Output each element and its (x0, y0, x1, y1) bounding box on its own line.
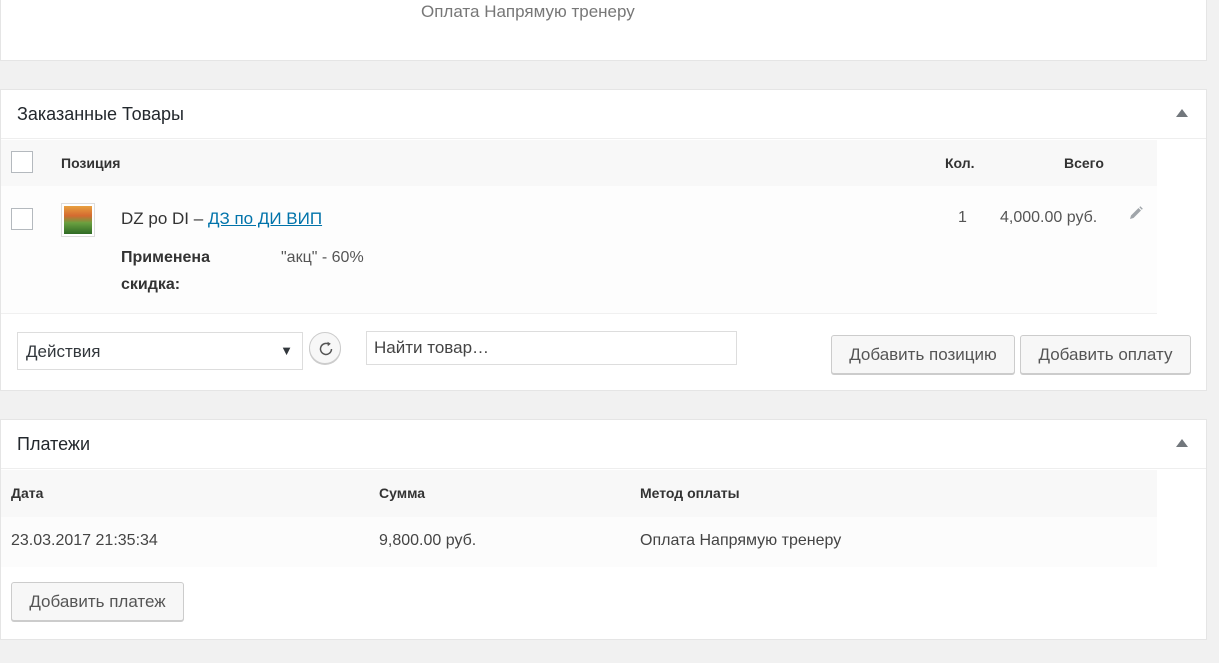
payment-date: 23.03.2017 21:35:34 (11, 532, 158, 549)
order-items-table-header: Позиция Кол. Всего (1, 140, 1157, 186)
item-product-link[interactable]: ДЗ по ДИ ВИП (208, 209, 322, 228)
item-checkbox[interactable] (11, 208, 33, 230)
refresh-button[interactable] (309, 332, 341, 364)
chevron-down-icon: ▼ (280, 343, 293, 358)
column-header-total: Всего (1064, 155, 1104, 171)
table-row: 23.03.2017 21:35:34 9,800.00 руб. Оплата… (1, 517, 1157, 567)
add-position-button[interactable]: Добавить позицию (831, 335, 1015, 374)
item-name: DZ po DI – ДЗ по ДИ ВИП (121, 209, 322, 229)
actions-dropdown-value: Действия (26, 342, 101, 361)
product-thumbnail (61, 203, 95, 237)
column-header-date: Дата (11, 485, 44, 501)
collapse-toggle-icon[interactable] (1176, 109, 1188, 117)
add-payment-button[interactable]: Добавить платеж (11, 582, 184, 621)
select-all-checkbox[interactable] (11, 151, 33, 173)
payment-amount: 9,800.00 руб. (379, 532, 477, 549)
order-items-header[interactable]: Заказанные Товары (1, 90, 1206, 139)
pencil-icon[interactable] (1129, 206, 1143, 220)
table-row: DZ po DI – ДЗ по ДИ ВИП Применена скидка… (1, 186, 1157, 314)
item-name-prefix: DZ po DI – (121, 209, 204, 228)
payments-panel: Платежи Дата Сумма Метод оплаты 23.03.20… (0, 419, 1207, 640)
payments-title: Платежи (17, 434, 91, 454)
add-fee-button[interactable]: Добавить оплату (1020, 335, 1191, 374)
column-header-amount: Сумма (379, 485, 426, 501)
column-header-position: Позиция (61, 155, 121, 171)
discount-meta-value: "акц" - 60% (281, 249, 364, 266)
column-header-qty: Кол. (945, 155, 975, 171)
column-header-method: Метод оплаты (640, 485, 740, 501)
order-items-panel: Заказанные Товары Позиция Кол. Всего DZ … (0, 89, 1207, 391)
payment-method-panel: Оплата Напрямую тренеру (0, 0, 1207, 61)
item-qty: 1 (958, 209, 967, 226)
item-total: 4,000.00 руб. (1000, 209, 1098, 226)
refresh-icon (319, 341, 333, 356)
payment-method: Оплата Напрямую тренеру (640, 532, 842, 549)
payments-header[interactable]: Платежи (1, 420, 1206, 469)
order-items-title: Заказанные Товары (17, 104, 184, 124)
actions-dropdown[interactable]: Действия ▼ (17, 332, 303, 370)
payments-table-header: Дата Сумма Метод оплаты (1, 470, 1157, 517)
collapse-toggle-icon[interactable] (1176, 439, 1188, 447)
payment-method-text: Оплата Напрямую тренеру (421, 2, 635, 21)
discount-meta-label: Применена скидка: (121, 249, 210, 293)
product-search-input[interactable] (366, 331, 737, 365)
